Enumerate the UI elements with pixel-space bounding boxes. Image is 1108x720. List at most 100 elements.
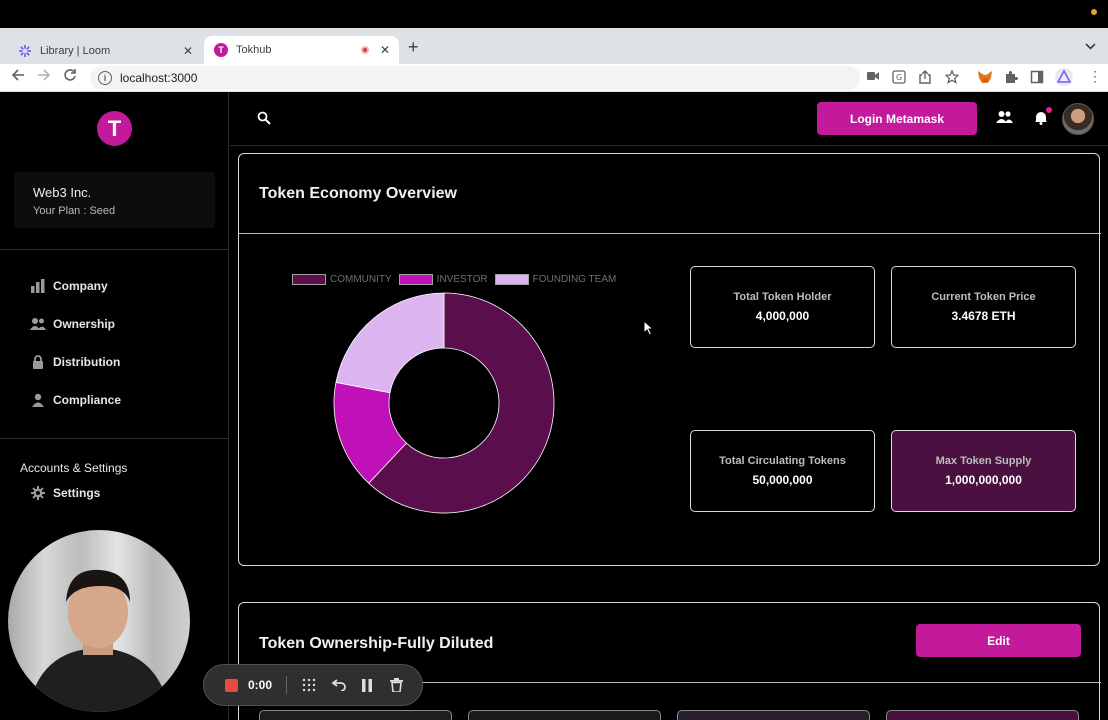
undo-icon[interactable] xyxy=(330,677,346,693)
bar-chart-icon xyxy=(30,279,46,293)
stat-value: 50,000,000 xyxy=(752,473,813,487)
recording-timer: 0:00 xyxy=(248,678,273,692)
sidebar-item-compliance[interactable]: Compliance xyxy=(30,393,121,407)
profile-avatar-icon[interactable] xyxy=(1055,68,1073,89)
sidebar-item-company[interactable]: Company xyxy=(30,279,108,293)
status-dot xyxy=(1091,9,1097,15)
notification-badge xyxy=(1046,107,1052,113)
user-avatar[interactable] xyxy=(1062,103,1094,135)
sidebar-divider xyxy=(0,249,229,250)
new-tab-icon[interactable]: + xyxy=(408,37,419,58)
browser-tab-tokhub[interactable]: T Tokhub ✕ xyxy=(204,36,399,64)
tab-search-chevron-icon[interactable] xyxy=(1085,41,1096,53)
browser-menu-icon[interactable]: ⋮ xyxy=(1088,68,1102,85)
webcam-bubble[interactable] xyxy=(8,530,190,712)
stat-card-max-token-supply: Max Token Supply 1,000,000,000 xyxy=(891,430,1076,512)
search-icon[interactable] xyxy=(257,111,271,130)
pause-icon[interactable] xyxy=(359,677,375,693)
login-metamask-button[interactable]: Login Metamask xyxy=(817,102,977,135)
extensions-puzzle-icon[interactable] xyxy=(1004,70,1018,87)
close-tab-icon[interactable]: ✕ xyxy=(180,44,196,58)
ownership-card xyxy=(886,710,1079,720)
tab-title: Tokhub xyxy=(236,44,272,56)
sidebar-divider xyxy=(0,438,229,439)
stop-recording-icon[interactable] xyxy=(225,678,238,692)
person-icon xyxy=(30,393,46,407)
panel-divider xyxy=(239,233,1101,234)
legend-swatch xyxy=(494,274,529,285)
toolbar-divider xyxy=(286,676,288,694)
legend-label: FOUNDING TEAM xyxy=(532,274,617,285)
legend-swatch xyxy=(292,274,326,285)
address-bar: i localhost:3000 G ⋮ xyxy=(0,64,1108,92)
tab-title: Library | Loom xyxy=(40,44,111,57)
panel-title: Token Ownership-Fully Diluted xyxy=(259,635,494,652)
stat-card-total-circulating-tokens: Total Circulating Tokens 50,000,000 xyxy=(690,430,875,512)
sidebar-item-distribution[interactable]: Distribution xyxy=(30,355,120,369)
side-panel-icon[interactable] xyxy=(1030,70,1044,87)
translate-icon[interactable]: G xyxy=(892,70,906,87)
tokhub-favicon-icon: T xyxy=(214,43,228,57)
chart-legend: COMMUNITY INVESTOR FOUNDING TEAM xyxy=(292,274,623,285)
stat-label: Current Token Price xyxy=(931,291,1036,303)
share-icon[interactable] xyxy=(919,70,931,87)
bell-icon[interactable] xyxy=(1034,110,1048,130)
stat-card-current-token-price: Current Token Price 3.4678 ETH xyxy=(891,266,1076,348)
legend-swatch xyxy=(398,274,433,285)
legend-item-founding-team[interactable]: FOUNDING TEAM xyxy=(494,274,617,285)
stat-label: Total Token Holder xyxy=(733,291,832,303)
gear-icon xyxy=(30,486,46,500)
organization-name: Web3 Inc. xyxy=(33,185,92,200)
sidebar-item-label: Compliance xyxy=(53,393,122,407)
stat-label: Max Token Supply xyxy=(935,455,1032,467)
browser-tab-loom[interactable]: Library | Loom ✕ xyxy=(8,37,202,64)
main-content: Login Metamask Token Economy Overview CO… xyxy=(230,92,1108,720)
legend-item-investor[interactable]: INVESTOR xyxy=(398,274,488,285)
os-top-bar xyxy=(0,0,1108,28)
url-field[interactable]: i localhost:3000 xyxy=(90,66,860,90)
metamask-extension-icon[interactable] xyxy=(977,70,993,87)
ownership-card xyxy=(259,710,452,720)
sidebar-item-label: Settings xyxy=(53,486,101,500)
loom-recording-toolbar: 0:00 xyxy=(203,664,423,706)
stat-label: Total Circulating Tokens xyxy=(719,455,846,467)
sidebar-item-label: Distribution xyxy=(53,355,121,369)
trash-icon[interactable] xyxy=(388,677,404,693)
token-economy-panel: Token Economy Overview COMMUNITY INVESTO… xyxy=(238,153,1101,566)
back-icon[interactable] xyxy=(8,68,28,85)
recording-indicator-icon xyxy=(361,46,369,54)
sidebar-item-label: Company xyxy=(53,279,108,293)
sidebar-item-ownership[interactable]: Ownership xyxy=(30,317,115,331)
bookmark-star-icon[interactable] xyxy=(944,69,960,87)
mouse-cursor-icon xyxy=(643,319,655,341)
team-icon[interactable] xyxy=(996,110,1013,129)
panel-title: Token Economy Overview xyxy=(259,185,457,202)
accounts-settings-heading: Accounts & Settings xyxy=(20,461,128,475)
top-header: Login Metamask xyxy=(230,92,1108,146)
screen: Library | Loom ✕ T Tokhub ✕ + i localhos… xyxy=(0,0,1108,720)
legend-item-community[interactable]: COMMUNITY xyxy=(292,274,392,285)
reload-icon[interactable] xyxy=(60,68,80,85)
close-tab-icon[interactable]: ✕ xyxy=(377,43,393,57)
sidebar-item-settings[interactable]: Settings xyxy=(30,486,100,500)
legend-label: INVESTOR xyxy=(436,274,488,285)
donut-slice-founding-team[interactable] xyxy=(335,292,445,394)
edit-button[interactable]: Edit xyxy=(916,624,1081,657)
token-distribution-donut xyxy=(333,292,555,514)
sidebar-item-label: Ownership xyxy=(53,317,116,331)
stat-card-total-token-holder: Total Token Holder 4,000,000 xyxy=(690,266,875,348)
url-text: localhost:3000 xyxy=(120,71,198,85)
grid-icon[interactable] xyxy=(301,677,317,693)
lock-icon xyxy=(30,355,46,369)
loom-favicon-icon xyxy=(18,44,32,58)
stat-value: 3.4678 ETH xyxy=(951,309,1016,323)
svg-text:G: G xyxy=(896,73,902,82)
camera-icon[interactable] xyxy=(866,70,880,85)
ownership-card xyxy=(468,710,661,720)
people-icon xyxy=(30,317,46,331)
app-logo[interactable]: T xyxy=(97,111,132,146)
organization-card[interactable]: Web3 Inc. Your Plan : Seed xyxy=(14,172,215,228)
plan-label: Your Plan : Seed xyxy=(33,205,116,217)
site-info-icon[interactable]: i xyxy=(98,71,112,85)
forward-icon[interactable] xyxy=(34,68,54,85)
